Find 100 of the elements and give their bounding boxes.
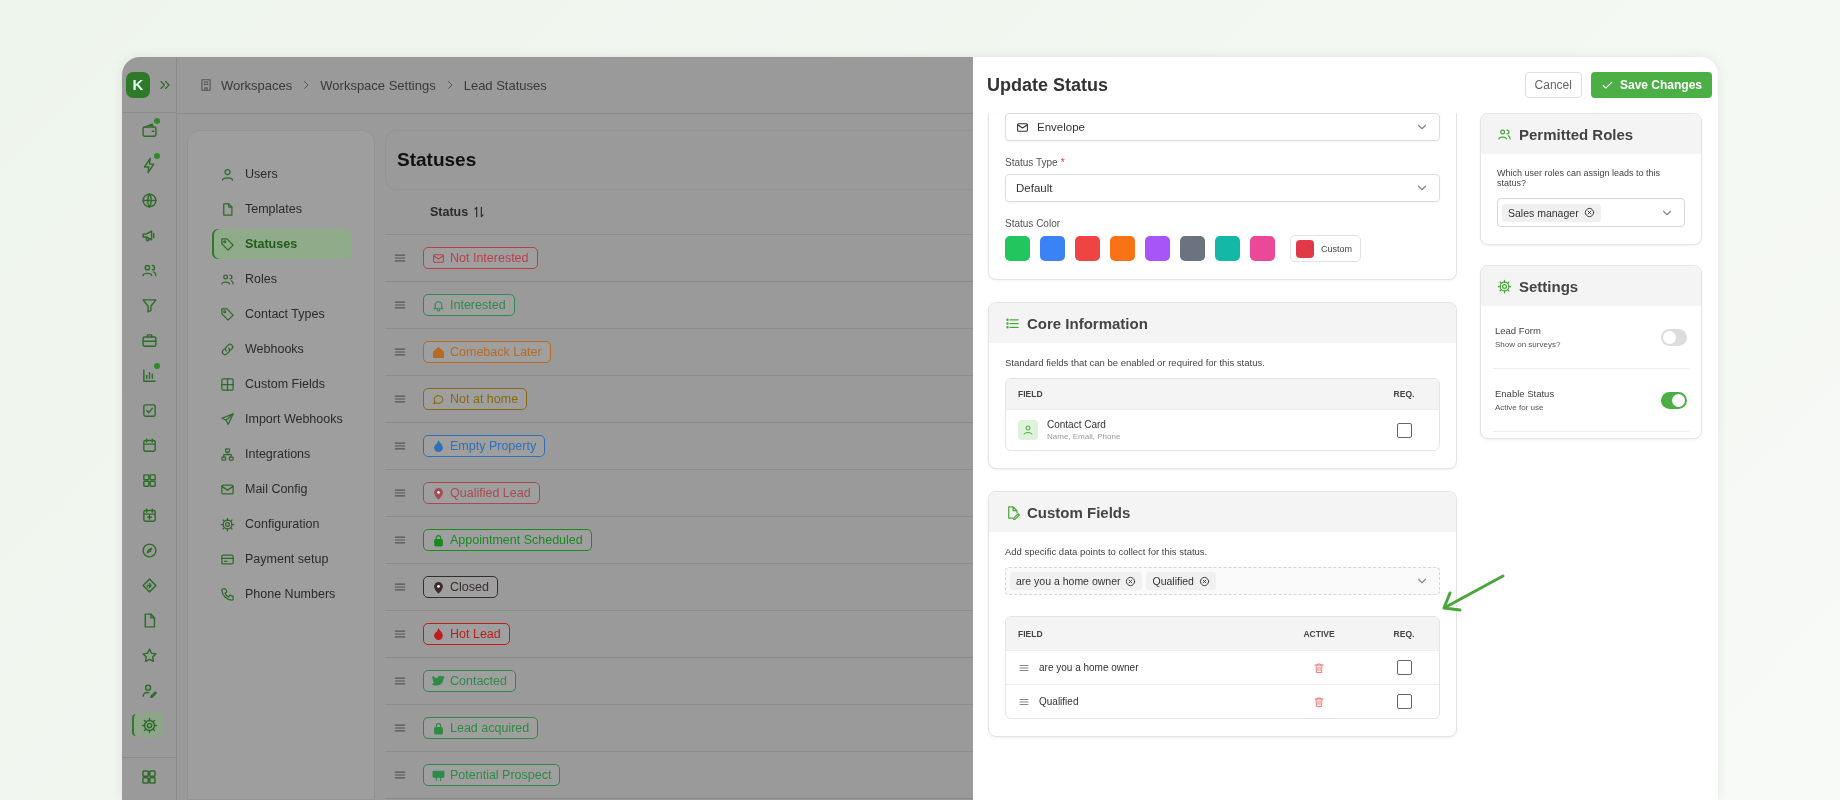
section-title: Settings <box>1519 277 1579 295</box>
sidebar-button[interactable] <box>134 712 164 738</box>
custom-color-button[interactable]: Custom <box>1290 235 1361 262</box>
checkbox[interactable] <box>1396 660 1412 675</box>
setting-label: Lead Form <box>1495 325 1542 336</box>
bell-icon <box>432 298 445 312</box>
cancel-button[interactable]: Cancel <box>1524 72 1582 98</box>
checkbox[interactable] <box>1396 694 1412 709</box>
drag-handle-icon <box>393 674 407 688</box>
settings-menu-item[interactable]: Phone Numbers <box>212 579 352 609</box>
pointer-arrow <box>1440 573 1506 613</box>
bar-chart-icon <box>140 366 158 384</box>
page-title: Statuses <box>397 149 477 171</box>
multi-select-field[interactable]: Sales manager <box>1497 198 1685 227</box>
settings-menu-item[interactable]: Statuses <box>212 229 352 259</box>
settings-menu-item[interactable]: Mail Config <box>212 474 352 504</box>
dropdown-field[interactable]: Default <box>1005 174 1440 202</box>
settings-menu-item[interactable]: Payment setup <box>212 544 352 574</box>
settings-menu-item[interactable]: Templates <box>212 194 352 224</box>
delete-button[interactable] <box>1313 695 1325 708</box>
multi-select-field[interactable]: are you a home owner Qualified <box>1005 567 1440 595</box>
envelope-icon <box>432 251 445 265</box>
drag-handle-icon <box>393 251 407 265</box>
drag-handle-icon <box>393 580 407 594</box>
setting-hint: Active for use <box>1495 403 1545 412</box>
remove-icon <box>1583 207 1595 218</box>
color-swatch[interactable] <box>1145 236 1170 261</box>
checkbox[interactable] <box>1396 422 1412 438</box>
color-swatch[interactable] <box>1250 236 1275 261</box>
selected-chip[interactable]: Qualified <box>1146 572 1216 590</box>
star-icon <box>140 646 158 664</box>
settings-menu-item[interactable]: Custom Fields <box>212 369 352 399</box>
field-detail: Name, Email, Phone <box>1047 432 1121 441</box>
calendar-plus-icon <box>140 506 158 524</box>
color-swatch[interactable] <box>1005 236 1030 261</box>
checked-box-icon <box>140 401 158 419</box>
drag-handle-icon <box>393 721 407 735</box>
column-header: REQ. <box>1392 389 1416 399</box>
remove-icon <box>1198 575 1210 587</box>
delete-button[interactable] <box>1313 661 1325 674</box>
settings-icon <box>1497 278 1512 294</box>
breadcrumb-link[interactable]: Lead Statuses <box>463 77 547 93</box>
settings-icon <box>220 516 235 532</box>
speech-bubble-icon <box>432 392 445 406</box>
bird-icon <box>432 674 445 688</box>
section-title: Custom Fields <box>1027 503 1131 521</box>
settings-icon <box>140 716 158 734</box>
people-icon <box>220 271 235 287</box>
field-name: Contact Card <box>1047 419 1107 430</box>
column-header: ACTIVE <box>1302 628 1336 639</box>
map-pin-icon <box>432 580 445 594</box>
breadcrumb-link[interactable]: Workspaces <box>221 77 293 93</box>
tag-icon <box>220 236 235 252</box>
tag-icon <box>220 306 235 322</box>
color-swatch[interactable] <box>1075 236 1100 261</box>
dropdown-field[interactable]: Envelope <box>1005 113 1440 141</box>
sort-arrows-icon <box>472 205 487 219</box>
settings-menu-item[interactable]: Roles <box>212 264 352 294</box>
hierarchy-icon <box>220 446 235 462</box>
column-header: FIELD <box>1018 628 1044 639</box>
list-icon <box>1005 315 1020 331</box>
lock-icon <box>432 721 445 735</box>
drag-handle-icon <box>393 533 407 547</box>
setting-label: Enable Status <box>1495 388 1555 399</box>
user-icon <box>220 166 235 182</box>
field-name: are you a home owner <box>1039 662 1139 673</box>
color-swatch[interactable] <box>1180 236 1205 261</box>
section-title: Core Information <box>1027 314 1148 332</box>
compass-icon <box>140 541 158 559</box>
trash-icon <box>1313 695 1325 708</box>
phone-icon <box>220 586 235 602</box>
status-tag[interactable]: Closed <box>423 576 498 598</box>
settings-menu-item[interactable]: Users <box>212 159 352 189</box>
settings-menu-item[interactable]: Webhooks <box>212 334 352 364</box>
settings-menu-item[interactable]: Integrations <box>212 439 352 469</box>
setting-hint: Show on surveys? <box>1495 340 1561 349</box>
drag-handle-icon <box>393 627 407 641</box>
app-logo[interactable]: K <box>126 71 150 98</box>
credit-card-icon <box>220 551 235 567</box>
field-name: Qualified <box>1039 696 1079 707</box>
color-swatch[interactable] <box>1040 236 1065 261</box>
selected-chip[interactable]: are you a home owner <box>1010 572 1143 590</box>
toggle-switch[interactable] <box>1661 391 1687 409</box>
field-label: Status Type <box>1005 157 1058 168</box>
section-title: Permitted Roles <box>1519 125 1634 143</box>
settings-menu-item[interactable]: Contact Types <box>212 299 352 329</box>
drag-handle-icon <box>393 768 407 782</box>
settings-menu-item[interactable]: Import Webhooks <box>212 404 352 434</box>
save-button[interactable]: Save Changes <box>1590 72 1712 98</box>
billboard-icon <box>432 768 445 782</box>
toggle-switch[interactable] <box>1661 328 1687 346</box>
selected-chip[interactable]: Sales manager <box>1502 203 1601 222</box>
color-swatch[interactable] <box>1110 236 1135 261</box>
drag-handle-icon <box>393 345 407 359</box>
breadcrumb-link[interactable]: Workspace Settings <box>320 77 436 93</box>
drag-handle-icon <box>393 298 407 312</box>
sort-column-header[interactable]: Status <box>430 205 487 219</box>
color-swatch[interactable] <box>1215 236 1240 261</box>
settings-menu-item[interactable]: Configuration <box>212 509 352 539</box>
required-mark: * <box>1060 157 1065 168</box>
